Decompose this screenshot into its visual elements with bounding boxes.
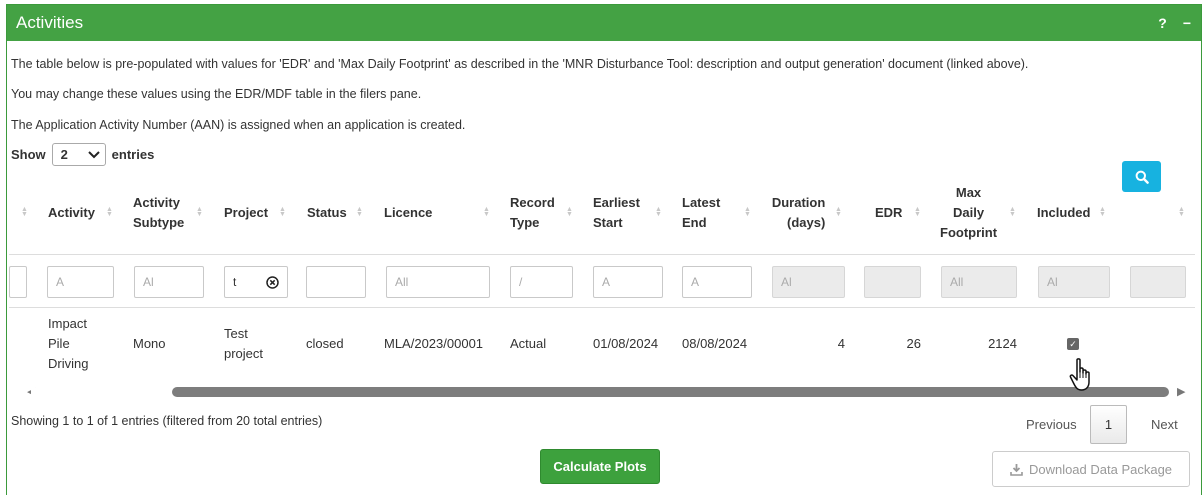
filter-input-subtype[interactable]: Al: [134, 266, 204, 298]
column-header-status[interactable]: Status: [307, 171, 347, 255]
calculate-plots-button[interactable]: Calculate Plots: [540, 449, 660, 484]
cell-subtype: Mono: [133, 335, 166, 351]
sort-icon[interactable]: ▲ ▼: [483, 206, 490, 218]
sort-icon[interactable]: ▲ ▼: [106, 206, 113, 218]
cell-latest-end: 08/08/2024: [682, 335, 748, 351]
sort-icon[interactable]: ▲ ▼: [914, 206, 921, 218]
cell-duration: 4: [837, 335, 845, 351]
cell-licence: MLA/2023/00001: [384, 335, 484, 351]
column-header-duration[interactable]: Duration (days): [771, 171, 825, 255]
filter-input-activity[interactable]: A: [47, 266, 114, 298]
download-icon: [1010, 463, 1023, 476]
view-row-button[interactable]: [1122, 161, 1161, 192]
filter-input-status[interactable]: [306, 266, 366, 298]
table-row[interactable]: Impact Pile Driving Mono Test project close…: [9, 308, 1195, 379]
column-header-latest-end[interactable]: Latest End: [682, 171, 720, 255]
sort-icon[interactable]: ▲ ▼: [1009, 206, 1016, 218]
sort-icon[interactable]: ▲ ▼: [21, 206, 28, 218]
cell-activity: Impact Pile Driving: [48, 315, 89, 371]
sort-icon[interactable]: ▲ ▼: [744, 206, 751, 218]
page-1-button[interactable]: 1: [1090, 405, 1127, 444]
previous-button[interactable]: Previous: [1026, 405, 1077, 443]
column-header-project[interactable]: Project: [224, 171, 268, 255]
help-button[interactable]: ?: [1158, 15, 1167, 31]
entries-label: entries: [111, 147, 155, 162]
sort-icon[interactable]: ▲ ▼: [566, 206, 573, 218]
sort-icon[interactable]: ▲ ▼: [655, 206, 662, 218]
scroll-right-icon[interactable]: ▶: [1177, 385, 1185, 398]
filter-row: A Al t All / A A Al All Al: [9, 256, 1195, 308]
table-info: Showing 1 to 1 of 1 entries (filtered fr…: [11, 414, 323, 428]
sort-icon[interactable]: ▲ ▼: [1099, 206, 1106, 218]
sort-icon[interactable]: ▲ ▼: [279, 206, 286, 218]
column-header-record-type[interactable]: Record Type: [510, 171, 555, 255]
horizontal-scrollbar[interactable]: ◀ ▶: [9, 382, 1195, 398]
cell-record-type: Actual: [510, 335, 547, 351]
next-button[interactable]: Next: [1151, 405, 1178, 443]
intro-text-2: You may change these values using the ED…: [11, 87, 422, 101]
cell-project: Test project: [224, 325, 264, 361]
show-label: Show: [11, 147, 46, 162]
length-control: Show 2 entries: [11, 143, 154, 166]
column-header-activity-subtype[interactable]: Activity Subtype: [133, 171, 184, 255]
download-label: Download Data Package: [1028, 461, 1173, 477]
column-header-activity[interactable]: Activity: [48, 171, 95, 255]
panel-header: Activities ? −: [7, 5, 1201, 41]
filter-input-project[interactable]: t: [224, 266, 288, 298]
sort-icon[interactable]: ▲ ▼: [1178, 206, 1185, 218]
collapse-button[interactable]: −: [1183, 15, 1191, 31]
scroll-thumb[interactable]: [172, 387, 1169, 397]
search-icon: [1135, 170, 1149, 184]
sort-icon[interactable]: ▲ ▼: [835, 206, 842, 218]
activities-table: ▲ ▼ Activity ▲ ▼ Activity Subtype ▲ ▼ Projec…: [9, 171, 1195, 400]
filter-input-record-type[interactable]: /: [510, 266, 573, 298]
filter-input-licence[interactable]: All: [386, 266, 490, 298]
column-header-edr[interactable]: EDR: [875, 171, 902, 255]
filter-input-edr: [864, 266, 921, 298]
cell-edr: 26: [906, 335, 921, 351]
column-header-earliest-start[interactable]: Earliest Start: [593, 171, 640, 255]
column-header-included[interactable]: Included: [1037, 171, 1090, 255]
cell-max-daily-footprint: 2124: [988, 335, 1017, 351]
filter-input-included: Al: [1038, 266, 1110, 298]
column-header-max-daily-footprint[interactable]: Max Daily Footprint: [940, 171, 997, 255]
panel-title: Activities: [16, 13, 84, 32]
filter-input-earliest-start[interactable]: A: [593, 266, 663, 298]
cell-status: closed: [306, 335, 344, 351]
chevron-down-icon: [87, 150, 100, 158]
table-header: ▲ ▼ Activity ▲ ▼ Activity Subtype ▲ ▼ Projec…: [9, 171, 1195, 255]
clear-icon[interactable]: [266, 275, 279, 289]
filter-input-actions: [1130, 266, 1186, 298]
hand-pointer-icon: [1069, 358, 1090, 391]
page-length-select[interactable]: 2: [51, 143, 106, 166]
download-data-package-button[interactable]: Download Data Package: [992, 451, 1190, 487]
sort-icon[interactable]: ▲ ▼: [356, 206, 363, 218]
cell-earliest-start: 01/08/2024: [593, 335, 659, 351]
sort-icon[interactable]: ▲ ▼: [196, 206, 203, 218]
page-length-value: 2: [60, 147, 68, 162]
intro-text-1: The table below is pre-populated with va…: [11, 57, 1029, 71]
filter-input-max-daily-footprint: All: [941, 266, 1017, 298]
intro-text-3: The Application Activity Number (AAN) is…: [11, 118, 466, 132]
included-checkbox[interactable]: ✓: [1067, 337, 1079, 350]
filter-input-row[interactable]: [9, 266, 27, 298]
column-header-licence[interactable]: Licence: [384, 171, 432, 255]
header-tools: ? −: [1158, 15, 1191, 31]
filter-input-duration: Al: [772, 266, 845, 298]
filter-input-latest-end[interactable]: A: [682, 266, 752, 298]
